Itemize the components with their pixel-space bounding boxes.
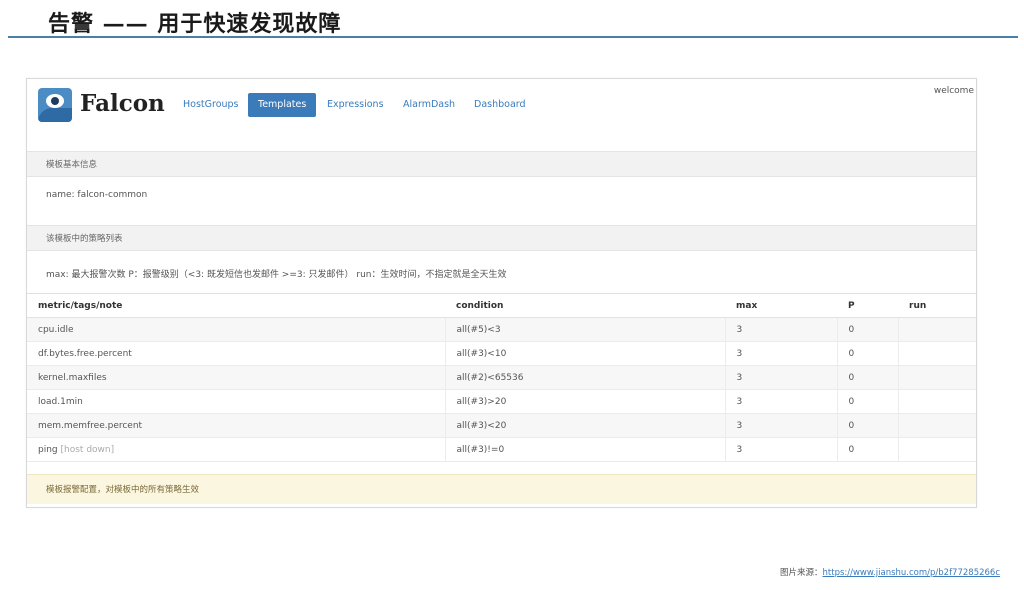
metric-cell: kernel.maxfiles bbox=[27, 365, 445, 390]
run-cell bbox=[897, 341, 976, 366]
condition-cell: all(#3)<20 bbox=[444, 413, 725, 438]
p-cell: 0 bbox=[836, 389, 898, 414]
metric-cell: df.bytes.free.percent bbox=[27, 341, 445, 366]
metric-cell: mem.memfree.percent bbox=[27, 413, 445, 438]
condition-cell: all(#5)<3 bbox=[444, 317, 725, 342]
run-cell bbox=[897, 437, 976, 462]
falcon-screenshot: Falcon HostGroups Templates Expressions … bbox=[26, 78, 977, 508]
alarm-config-bar[interactable]: 模板报警配置，对模板中的所有策略生效 bbox=[27, 474, 976, 504]
metric-cell: ping [host down] bbox=[27, 437, 445, 462]
run-cell bbox=[897, 413, 976, 438]
max-cell: 3 bbox=[724, 365, 837, 390]
nav-alarmdash[interactable]: AlarmDash bbox=[393, 93, 465, 117]
table-row[interactable]: kernel.maxfiles all(#2)<65536 3 0 bbox=[27, 365, 976, 390]
welcome-text: welcome bbox=[933, 86, 974, 96]
strategy-list-header: 该模板中的策略列表 bbox=[27, 225, 976, 251]
max-cell: 3 bbox=[724, 389, 837, 414]
table-row[interactable]: cpu.idle all(#5)<3 3 0 bbox=[27, 317, 976, 342]
strategy-table: metric/tags/note condition max P run cpu… bbox=[27, 293, 976, 462]
p-cell: 0 bbox=[836, 317, 898, 342]
table-row[interactable]: load.1min all(#3)>20 3 0 bbox=[27, 389, 976, 414]
run-cell bbox=[897, 389, 976, 414]
table-row[interactable]: ping [host down] all(#3)!=0 3 0 bbox=[27, 437, 976, 462]
metric-note: [host down] bbox=[60, 444, 115, 455]
condition-cell: all(#2)<65536 bbox=[444, 365, 725, 390]
condition-cell: all(#3)!=0 bbox=[444, 437, 725, 462]
template-info-header: 模板基本信息 bbox=[27, 151, 976, 177]
col-condition: condition bbox=[445, 293, 725, 318]
p-cell: 0 bbox=[836, 341, 898, 366]
col-metric: metric/tags/note bbox=[27, 293, 445, 318]
image-source: 图片来源：https://www.jianshu.com/p/b2f772852… bbox=[780, 566, 1000, 578]
table-row[interactable]: df.bytes.free.percent all(#3)<10 3 0 bbox=[27, 341, 976, 366]
run-cell bbox=[897, 365, 976, 390]
title-divider bbox=[8, 36, 1018, 38]
max-cell: 3 bbox=[724, 413, 837, 438]
p-cell: 0 bbox=[836, 437, 898, 462]
strategy-legend: max: 最大报警次数 P：报警级别（<3: 既发短信也发邮件 >=3: 只发邮… bbox=[46, 270, 507, 280]
nav-expressions[interactable]: Expressions bbox=[317, 93, 394, 117]
table-header-row: metric/tags/note condition max P run bbox=[27, 293, 976, 318]
max-cell: 3 bbox=[724, 317, 837, 342]
source-link[interactable]: https://www.jianshu.com/p/b2f77285266c bbox=[823, 568, 1000, 578]
condition-cell: all(#3)<10 bbox=[444, 341, 725, 366]
p-cell: 0 bbox=[836, 365, 898, 390]
col-run: run bbox=[898, 293, 976, 318]
template-name: name: falcon-common bbox=[46, 190, 148, 200]
p-cell: 0 bbox=[836, 413, 898, 438]
top-navbar: Falcon HostGroups Templates Expressions … bbox=[27, 79, 976, 135]
col-max: max bbox=[725, 293, 837, 318]
falcon-logo-icon[interactable] bbox=[38, 88, 72, 122]
source-label: 图片来源： bbox=[780, 568, 823, 578]
metric-cell: cpu.idle bbox=[27, 317, 445, 342]
nav-hostgroups[interactable]: HostGroups bbox=[173, 93, 249, 117]
run-cell bbox=[897, 317, 976, 342]
metric-cell: load.1min bbox=[27, 389, 445, 414]
table-row[interactable]: mem.memfree.percent all(#3)<20 3 0 bbox=[27, 413, 976, 438]
brand-name[interactable]: Falcon bbox=[80, 90, 165, 117]
slide-title: 告警 —— 用于快速发现故障 bbox=[48, 11, 342, 37]
nav-dashboard[interactable]: Dashboard bbox=[464, 93, 536, 117]
col-p: P bbox=[837, 293, 898, 318]
max-cell: 3 bbox=[724, 437, 837, 462]
nav-templates[interactable]: Templates bbox=[248, 93, 316, 117]
max-cell: 3 bbox=[724, 341, 837, 366]
condition-cell: all(#3)>20 bbox=[444, 389, 725, 414]
